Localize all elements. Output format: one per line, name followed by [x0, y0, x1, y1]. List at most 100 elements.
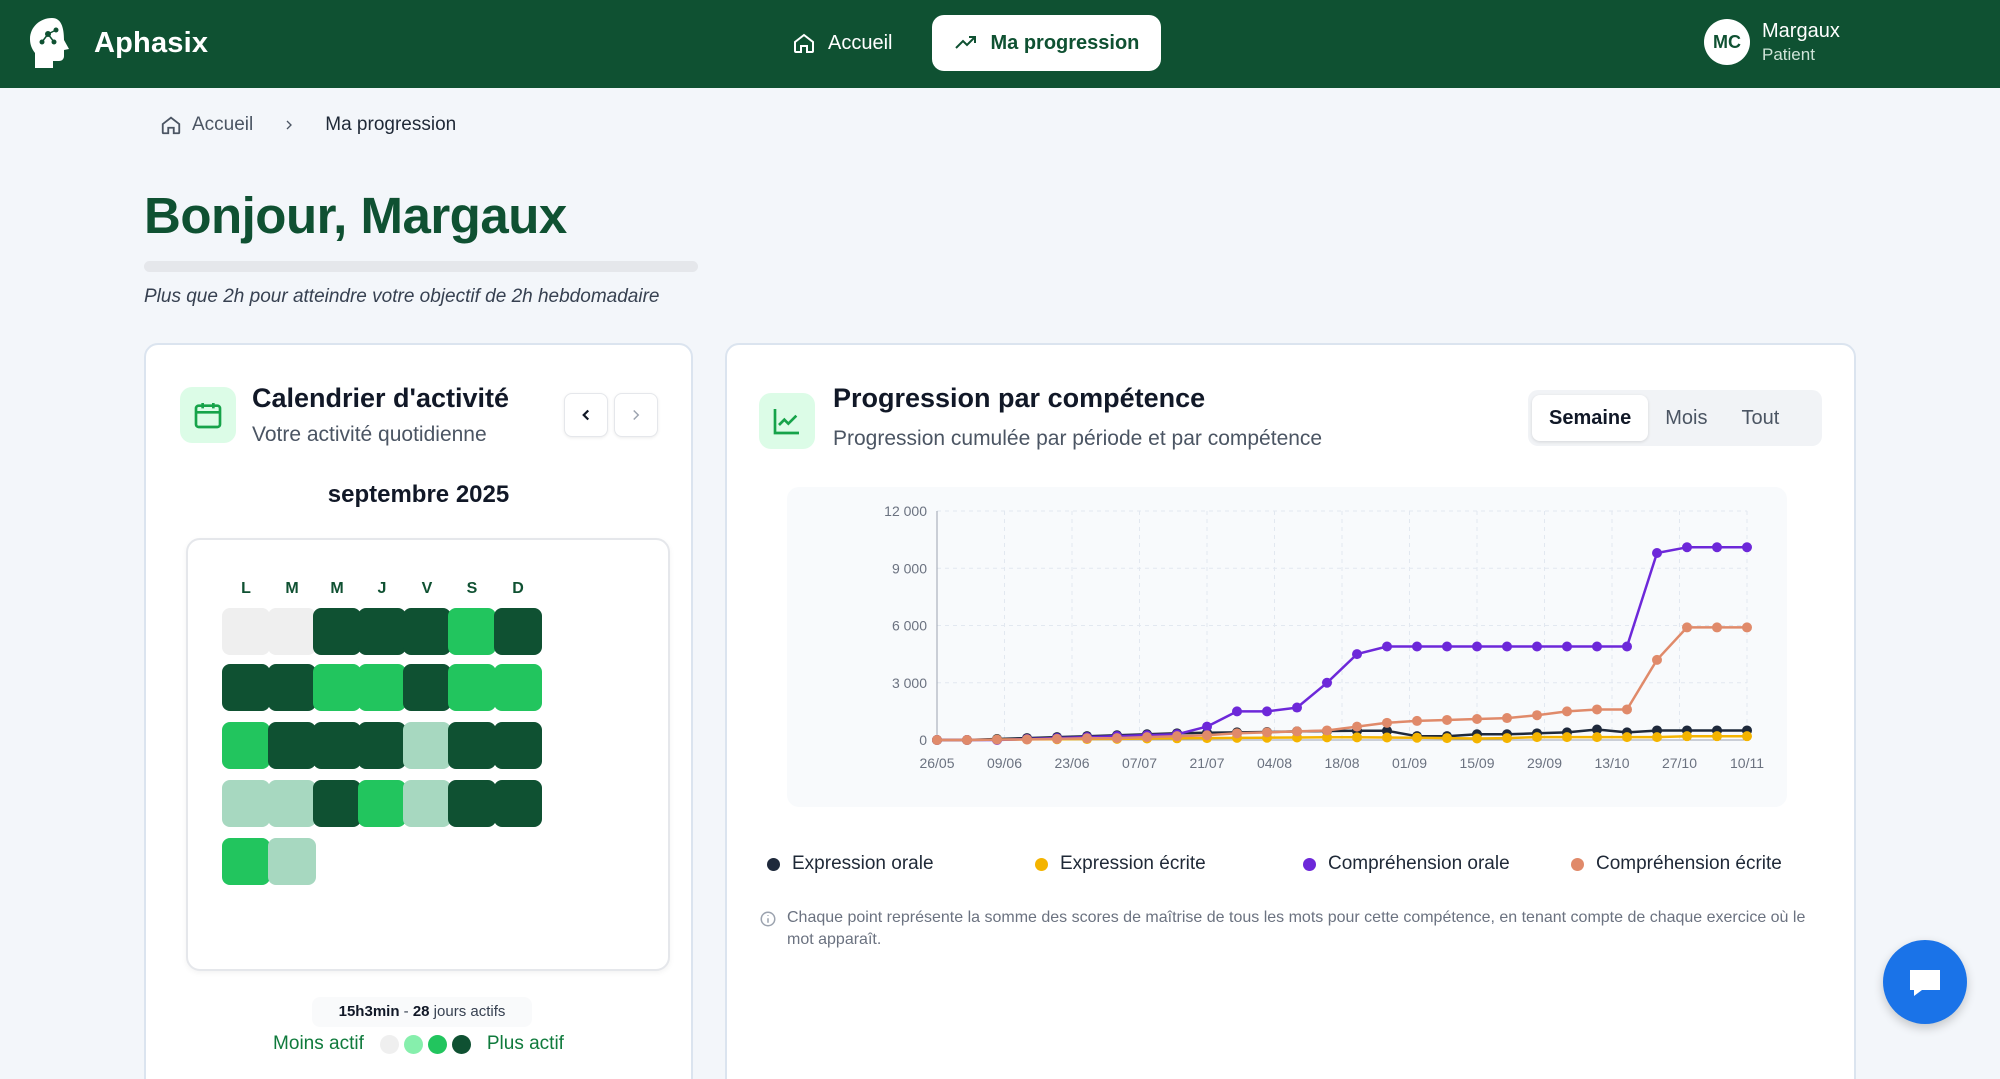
- data-point: [1262, 706, 1272, 717]
- data-point: [1382, 732, 1392, 743]
- breadcrumb-home[interactable]: Accueil: [160, 114, 253, 136]
- user-role: Patient: [1762, 45, 1815, 64]
- calendar-day-cell[interactable]: [222, 664, 270, 711]
- calendar-day-cell[interactable]: [448, 722, 496, 769]
- chat-button[interactable]: [1883, 940, 1967, 1024]
- x-tick-label: 04/08: [1257, 755, 1292, 771]
- calendar-day-cell[interactable]: [403, 664, 451, 711]
- calendar-icon: [194, 403, 222, 429]
- data-point: [1412, 641, 1422, 652]
- brand[interactable]: Aphasix: [26, 16, 208, 70]
- calendar-day-cell[interactable]: [358, 608, 406, 655]
- calendar-day-cell[interactable]: [268, 780, 316, 827]
- next-month-button[interactable]: [614, 393, 658, 437]
- weekly-goal-text: Plus que 2h pour atteindre votre objecti…: [144, 286, 660, 307]
- weekday-label: D: [512, 580, 524, 597]
- x-tick-label: 15/09: [1459, 755, 1494, 771]
- calendar-day-cell[interactable]: [358, 780, 406, 827]
- data-point: [1502, 733, 1512, 744]
- calendar-day-cell[interactable]: [448, 664, 496, 711]
- calendar-day-cell[interactable]: [222, 838, 270, 885]
- legend-swatch: [1035, 857, 1048, 871]
- calendar-day-cell[interactable]: [313, 664, 361, 711]
- calendar-day-cell[interactable]: [403, 780, 451, 827]
- x-tick-label: 23/06: [1054, 755, 1089, 771]
- x-tick-label: 21/07: [1189, 755, 1224, 771]
- calendar-day-cell[interactable]: [448, 780, 496, 827]
- page-title: Bonjour, Margaux: [144, 187, 567, 244]
- calendar-day-cell[interactable]: [448, 608, 496, 655]
- weekday-label: J: [377, 580, 387, 597]
- home-icon: [161, 116, 181, 135]
- period-month-tab[interactable]: Mois: [1648, 395, 1724, 441]
- activity-level-dot: [427, 1034, 447, 1054]
- calendar-day-cell[interactable]: [268, 722, 316, 769]
- weekday-label: M: [285, 580, 299, 597]
- previous-month-button[interactable]: [564, 393, 608, 437]
- summary-time: 15h3min: [338, 1003, 400, 1020]
- calendar-day-cell[interactable]: [403, 722, 451, 769]
- nav-home-label: Accueil: [828, 31, 893, 54]
- legend-item[interactable]: Expression orale: [767, 853, 1035, 875]
- data-point: [1742, 731, 1752, 742]
- chevron-left-icon: [582, 409, 590, 421]
- weekday-label: M: [330, 580, 344, 597]
- calendar-day-cell[interactable]: [313, 780, 361, 827]
- calendar-day-cell[interactable]: [222, 780, 270, 827]
- calendar-day-cell[interactable]: [268, 664, 316, 711]
- data-point: [1532, 641, 1542, 652]
- calendar-day-cell[interactable]: [494, 664, 542, 711]
- data-point: [1022, 734, 1032, 745]
- legend-item[interactable]: Compréhension écrite: [1571, 853, 1839, 875]
- progress-line-chart: 0 3 000 6 000 9 000 12 000 26/05 09/06 23/06 07/…: [884, 503, 1764, 771]
- data-point: [1052, 733, 1062, 744]
- y-tick-label: 12 000: [884, 503, 927, 519]
- weekly-goal-progress-bar: [144, 261, 698, 272]
- nav-home[interactable]: Accueil: [770, 15, 914, 71]
- data-point: [1202, 721, 1212, 732]
- calendar-day-cell[interactable]: [358, 722, 406, 769]
- nav-progress-label: Ma progression: [990, 31, 1140, 54]
- chart-legend: Expression orale Expression écrite Compréh…: [767, 853, 1839, 875]
- skills-progress-card: Progression par compétence Progression c…: [725, 343, 1856, 1079]
- breadcrumb-home-label: Accueil: [192, 114, 254, 135]
- calendar-day-cell[interactable]: [268, 838, 316, 885]
- data-point: [1652, 654, 1662, 665]
- legend-label: Compréhension orale: [1328, 853, 1510, 874]
- calendar-day-cell[interactable]: [313, 608, 361, 655]
- calendar-day-cell[interactable]: [494, 608, 542, 655]
- chart-note: Chaque point représente la somme des sco…: [759, 907, 1819, 951]
- calendar-day-cell[interactable]: [313, 722, 361, 769]
- calendar-day-cell[interactable]: [222, 722, 270, 769]
- y-tick-label: 0: [919, 732, 927, 748]
- data-point: [1412, 732, 1422, 743]
- data-point: [1352, 732, 1362, 743]
- calendar-day-cell[interactable]: [494, 780, 542, 827]
- avatar: MC: [1704, 19, 1750, 65]
- calendar-day-cell[interactable]: [222, 608, 270, 655]
- chart-icon-badge: [759, 393, 815, 449]
- progress-subtitle: Progression cumulée par période et par c…: [833, 427, 1323, 450]
- legend-item[interactable]: Compréhension orale: [1303, 853, 1571, 875]
- period-all-tab[interactable]: Tout: [1725, 395, 1797, 441]
- calendar-day-cell[interactable]: [358, 664, 406, 711]
- data-point: [1532, 732, 1542, 743]
- line-chart-icon: [773, 409, 799, 435]
- breadcrumb: Accueil Ma progression: [160, 114, 456, 136]
- data-point: [1442, 714, 1452, 725]
- x-tick-label: 07/07: [1122, 755, 1157, 771]
- data-point: [1562, 732, 1572, 743]
- data-point: [1232, 728, 1242, 739]
- brand-name: Aphasix: [94, 26, 209, 59]
- period-week-tab[interactable]: Semaine: [1532, 395, 1649, 441]
- data-point: [1382, 641, 1392, 652]
- summary-days-label: jours actifs: [429, 1003, 506, 1020]
- legend-item[interactable]: Expression écrite: [1035, 853, 1303, 875]
- legend-swatch: [1303, 857, 1316, 871]
- calendar-day-cell[interactable]: [268, 608, 316, 655]
- nav-progress[interactable]: Ma progression: [932, 15, 1162, 71]
- user-menu[interactable]: MC Margaux Patient: [1704, 18, 1840, 66]
- calendar-day-cell[interactable]: [494, 722, 542, 769]
- data-point: [1502, 713, 1512, 724]
- calendar-day-cell[interactable]: [403, 608, 451, 655]
